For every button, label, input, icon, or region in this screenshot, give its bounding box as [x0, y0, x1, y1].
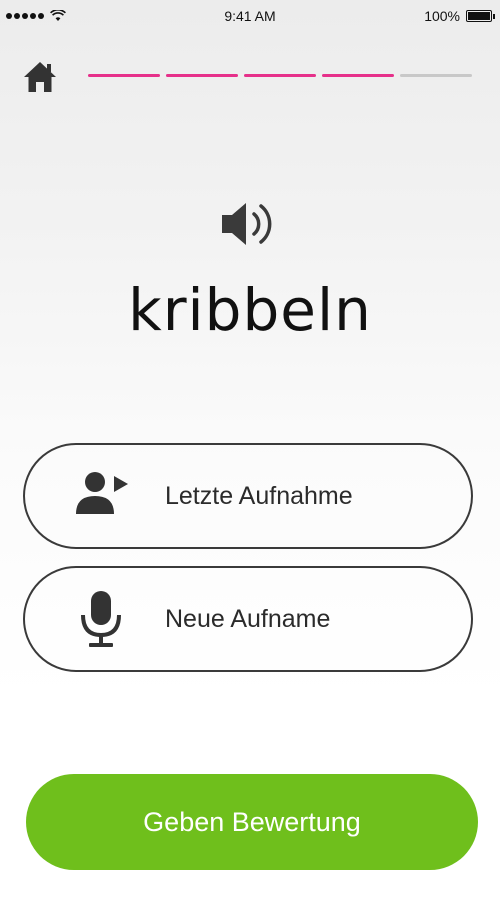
- wifi-icon: [50, 10, 66, 21]
- new-recording-label: Neue Aufname: [165, 604, 331, 633]
- progress-segment-done: [244, 74, 316, 77]
- status-left: [6, 10, 66, 22]
- battery-icon: [466, 10, 495, 22]
- microphone-icon: [81, 591, 121, 647]
- home-icon: [24, 62, 56, 92]
- battery-percent: 100%: [424, 8, 460, 24]
- speaker-icon: [222, 203, 272, 245]
- play-audio-button[interactable]: [218, 198, 280, 250]
- new-recording-button[interactable]: Neue Aufname: [23, 566, 473, 672]
- submit-rating-label: Geben Bewertung: [143, 806, 361, 837]
- progress-segment-done: [88, 74, 160, 77]
- status-bar: 9:41 AM 100%: [0, 0, 500, 32]
- signal-dots-icon: [6, 13, 44, 19]
- target-word: kribbeln: [128, 276, 372, 344]
- home-button[interactable]: [22, 60, 58, 94]
- progress-segment-done: [322, 74, 394, 77]
- battery-fill: [468, 12, 490, 20]
- progress-segment-todo: [400, 74, 472, 77]
- status-right: 100%: [424, 8, 495, 24]
- last-recording-button[interactable]: Letzte Aufnahme: [23, 443, 473, 549]
- person-play-icon: [76, 472, 128, 514]
- app-screen: 9:41 AM 100% kribbeln Letzte Aufnahme Ne…: [0, 0, 500, 900]
- submit-rating-button[interactable]: Geben Bewertung: [26, 774, 478, 870]
- last-recording-label: Letzte Aufnahme: [165, 481, 353, 510]
- progress-bar: [88, 74, 472, 78]
- progress-segment-done: [166, 74, 238, 77]
